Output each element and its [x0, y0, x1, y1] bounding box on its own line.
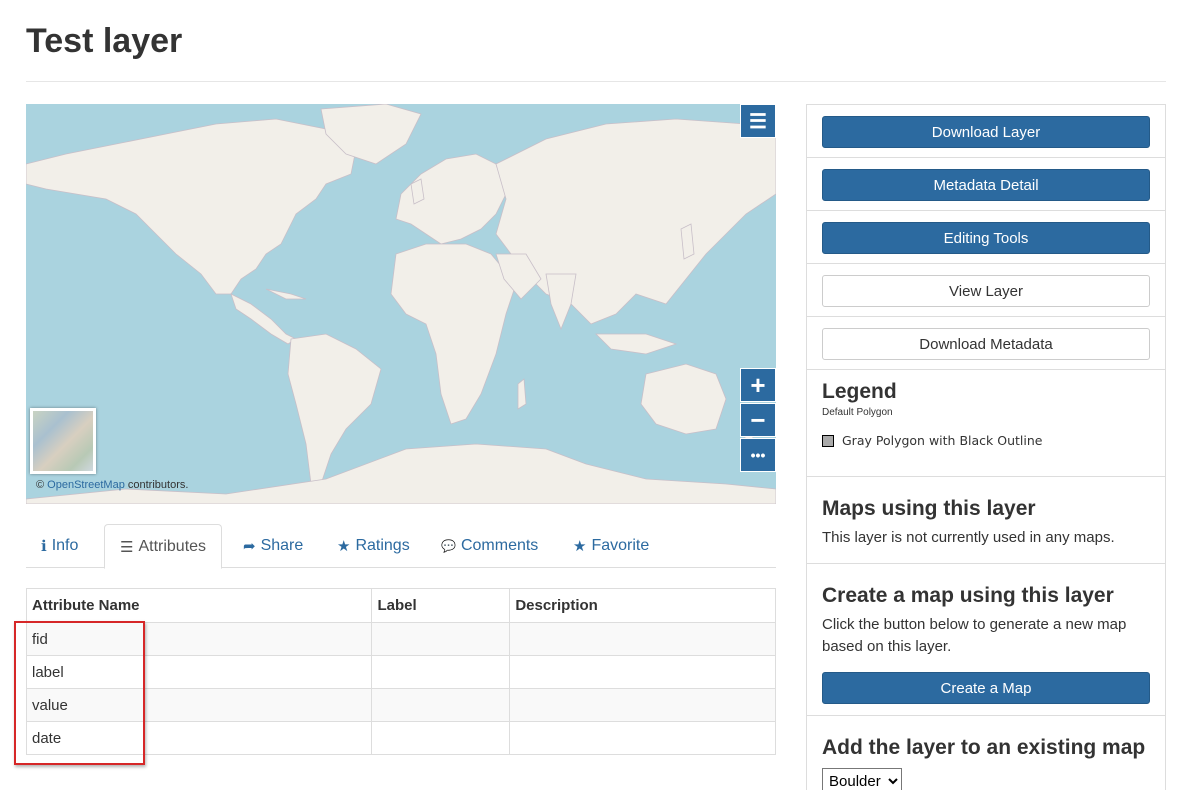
comment-icon: 💬 [441, 539, 456, 553]
add-existing-section: Add the layer to an existing map Boulder [807, 716, 1165, 790]
maps-using-title: Maps using this layer [822, 497, 1036, 520]
create-map-button[interactable]: Create a Map [822, 672, 1150, 704]
basemap-switcher[interactable] [30, 408, 96, 474]
maps-using-section: Maps using this layer This layer is not … [807, 477, 1165, 564]
metadata-detail-button[interactable]: Metadata Detail [822, 169, 1150, 201]
tab-ratings[interactable]: ★ Ratings [322, 524, 425, 568]
existing-map-select[interactable]: Boulder [822, 768, 902, 790]
column-header: Attribute Name [25, 588, 373, 623]
tab-attributes[interactable]: ☰ Attributes [104, 524, 223, 569]
legend-item-label: Gray Polygon with Black Outline [842, 433, 1043, 448]
editing-tools-row: Editing Tools [807, 211, 1165, 264]
plus-icon: + [750, 369, 766, 400]
tab-share[interactable]: ➦ Share [228, 524, 318, 568]
download-metadata-row: Download Metadata [807, 317, 1165, 370]
legend-item: Gray Polygon with Black Outline [822, 433, 1150, 448]
label-cell [371, 721, 511, 755]
label-cell [371, 622, 511, 656]
layer-tabs: ℹ Info ☰ Attributes ➦ Share ★ Ratings 💬 … [26, 524, 776, 569]
openstreetmap-link[interactable]: OpenStreetMap [47, 479, 125, 491]
add-existing-title: Add the layer to an existing map [822, 736, 1146, 759]
download-layer-button[interactable]: Download Layer [822, 116, 1150, 148]
zoom-out-button[interactable]: − [740, 403, 776, 437]
table-header-row: Attribute Name Label Description [25, 588, 776, 623]
tab-favorite[interactable]: ★ Favorite [558, 524, 664, 568]
world-map[interactable] [26, 104, 776, 504]
legend-subtitle: Default Polygon [822, 407, 893, 418]
create-map-text: Click the button below to generate a new… [822, 616, 1127, 655]
description-cell [509, 721, 776, 755]
label-cell [371, 655, 511, 689]
tab-comments[interactable]: 💬 Comments [426, 524, 553, 568]
list-icon: ☰ [120, 538, 134, 556]
share-icon: ➦ [243, 538, 256, 555]
editing-tools-button[interactable]: Editing Tools [822, 222, 1150, 254]
download-metadata-button[interactable]: Download Metadata [822, 328, 1150, 360]
more-options-button[interactable]: ••• [740, 438, 776, 472]
maps-using-text: This layer is not currently used in any … [822, 529, 1115, 546]
column-header: Label [371, 588, 511, 623]
page-title: Test layer [26, 22, 183, 60]
map-attribution: © OpenStreetMap contributors. [36, 479, 189, 491]
ellipsis-icon: ••• [750, 447, 766, 463]
legend-swatch [822, 434, 834, 447]
title-divider [26, 81, 1166, 82]
description-cell [509, 655, 776, 689]
create-map-title: Create a map using this layer [822, 584, 1114, 607]
highlight-box [14, 621, 145, 765]
layer-sidebar: Download Layer Metadata Detail Editing T… [806, 104, 1166, 790]
map-menu-button[interactable]: ☰ [740, 104, 776, 138]
view-layer-row: View Layer [807, 264, 1165, 317]
column-header: Description [509, 588, 776, 623]
tab-info[interactable]: ℹ Info [26, 524, 93, 568]
info-circle-icon: ℹ [41, 538, 47, 555]
download-layer-row: Download Layer [807, 105, 1165, 158]
description-cell [509, 688, 776, 722]
description-cell [509, 622, 776, 656]
label-cell [371, 688, 511, 722]
zoom-in-button[interactable]: + [740, 368, 776, 402]
create-map-section: Create a map using this layer Click the … [807, 564, 1165, 716]
legend-title: Legend [822, 380, 897, 403]
hamburger-icon: ☰ [749, 110, 767, 133]
minus-icon: − [750, 404, 766, 435]
map-viewer[interactable]: ☰ + − ••• © OpenStreetMap contributors. [26, 104, 776, 504]
view-layer-button[interactable]: View Layer [822, 275, 1150, 307]
legend-section: Legend Default Polygon Gray Polygon with… [807, 370, 1165, 477]
star-icon: ★ [573, 538, 587, 555]
star-icon: ★ [337, 538, 351, 555]
metadata-detail-row: Metadata Detail [807, 158, 1165, 211]
